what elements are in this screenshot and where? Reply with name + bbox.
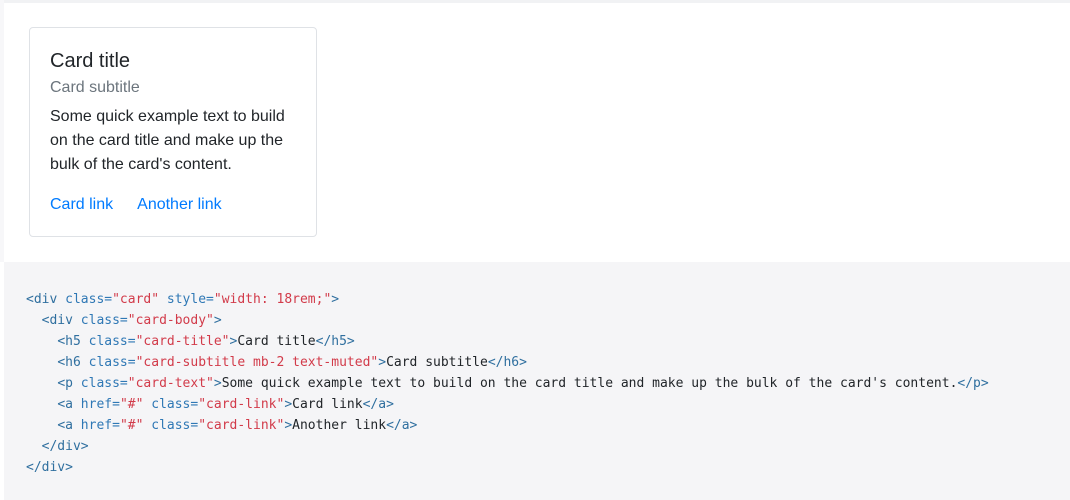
code-string: "card" xyxy=(112,292,160,307)
code-text: Card title xyxy=(237,334,316,349)
documentation-page: Card title Card subtitle Some quick exam… xyxy=(0,0,1070,500)
card-example: Card title Card subtitle Some quick exam… xyxy=(4,3,1070,262)
code-line-7: <a href="#" class="card-link">Another li… xyxy=(26,415,1070,436)
code-line-8: </div> xyxy=(26,436,1070,457)
code-attribute: class= xyxy=(88,334,136,349)
code-attribute: class= xyxy=(65,292,113,307)
code-tag: <div xyxy=(26,292,58,307)
code-bracket: > xyxy=(284,418,293,433)
code-attribute: class= xyxy=(88,355,136,370)
code-tag: <p xyxy=(57,376,73,391)
code-string: "card-link" xyxy=(198,418,285,433)
card-title: Card title xyxy=(50,50,131,72)
code-text: Some quick example text to build on the … xyxy=(221,376,958,391)
example-card: Card title Card subtitle Some quick exam… xyxy=(29,27,317,237)
card-link[interactable]: Card link xyxy=(50,195,113,215)
code-string: "#" xyxy=(119,397,144,412)
code-end-tag: </div> xyxy=(26,460,73,475)
code-attribute: class= xyxy=(151,418,199,433)
code-end-tag: </a> xyxy=(386,418,418,433)
code-line-4: <h6 class="card-subtitle mb-2 text-muted… xyxy=(26,352,1070,373)
card-links: Card link Another link xyxy=(50,195,222,215)
code-line-9: </div> xyxy=(26,457,1070,478)
code-line-5: <p class="card-text">Some quick example … xyxy=(26,373,1070,394)
code-line-6: <a href="#" class="card-link">Card link<… xyxy=(26,394,1070,415)
code-string: "card-subtitle mb-2 text-muted" xyxy=(135,355,379,370)
code-tag: <a xyxy=(57,397,73,412)
code-bracket: > xyxy=(284,397,293,412)
code-end-tag: </h6> xyxy=(487,355,527,370)
code-line-3: <h5 class="card-title">Card title</h5> xyxy=(26,331,1070,352)
code-text: Card link xyxy=(292,397,363,412)
code-end-tag: </h5> xyxy=(315,334,355,349)
code-line-1: <div class="card" style="width: 18rem;"> xyxy=(26,289,1070,310)
card-subtitle: Card subtitle xyxy=(50,79,140,96)
code-tag: <div xyxy=(41,313,73,328)
code-end-tag: </a> xyxy=(362,397,394,412)
code-snippet: <div class="card" style="width: 18rem;">… xyxy=(4,262,1070,500)
code-tag: <a xyxy=(57,418,73,433)
code-tag: <h5 xyxy=(57,334,81,349)
code-bracket: > xyxy=(331,292,340,307)
code-attribute: class= xyxy=(151,397,199,412)
code-attribute: class= xyxy=(80,313,128,328)
code-string: "card-title" xyxy=(135,334,230,349)
code-text: Another link xyxy=(292,418,387,433)
code-attribute: href= xyxy=(80,397,120,412)
code-line-2: <div class="card-body"> xyxy=(26,310,1070,331)
code-string: "card-body" xyxy=(127,313,214,328)
code-bracket: > xyxy=(213,313,222,328)
code-string: "card-text" xyxy=(127,376,214,391)
code-tag: <h6 xyxy=(57,355,81,370)
code-end-tag: </p> xyxy=(957,376,989,391)
code-end-tag: </div> xyxy=(41,439,89,454)
code-attribute: class= xyxy=(80,376,128,391)
code-bracket: > xyxy=(213,376,222,391)
code-string: "card-link" xyxy=(198,397,285,412)
code-attribute: style= xyxy=(166,292,214,307)
another-link[interactable]: Another link xyxy=(137,195,222,215)
code-string: "#" xyxy=(119,418,144,433)
code-text: Card subtitle xyxy=(386,355,488,370)
code-attribute: href= xyxy=(80,418,120,433)
code-string: "width: 18rem;" xyxy=(213,292,332,307)
code-bracket: > xyxy=(378,355,387,370)
card-text: Some quick example text to build on the … xyxy=(50,108,285,173)
